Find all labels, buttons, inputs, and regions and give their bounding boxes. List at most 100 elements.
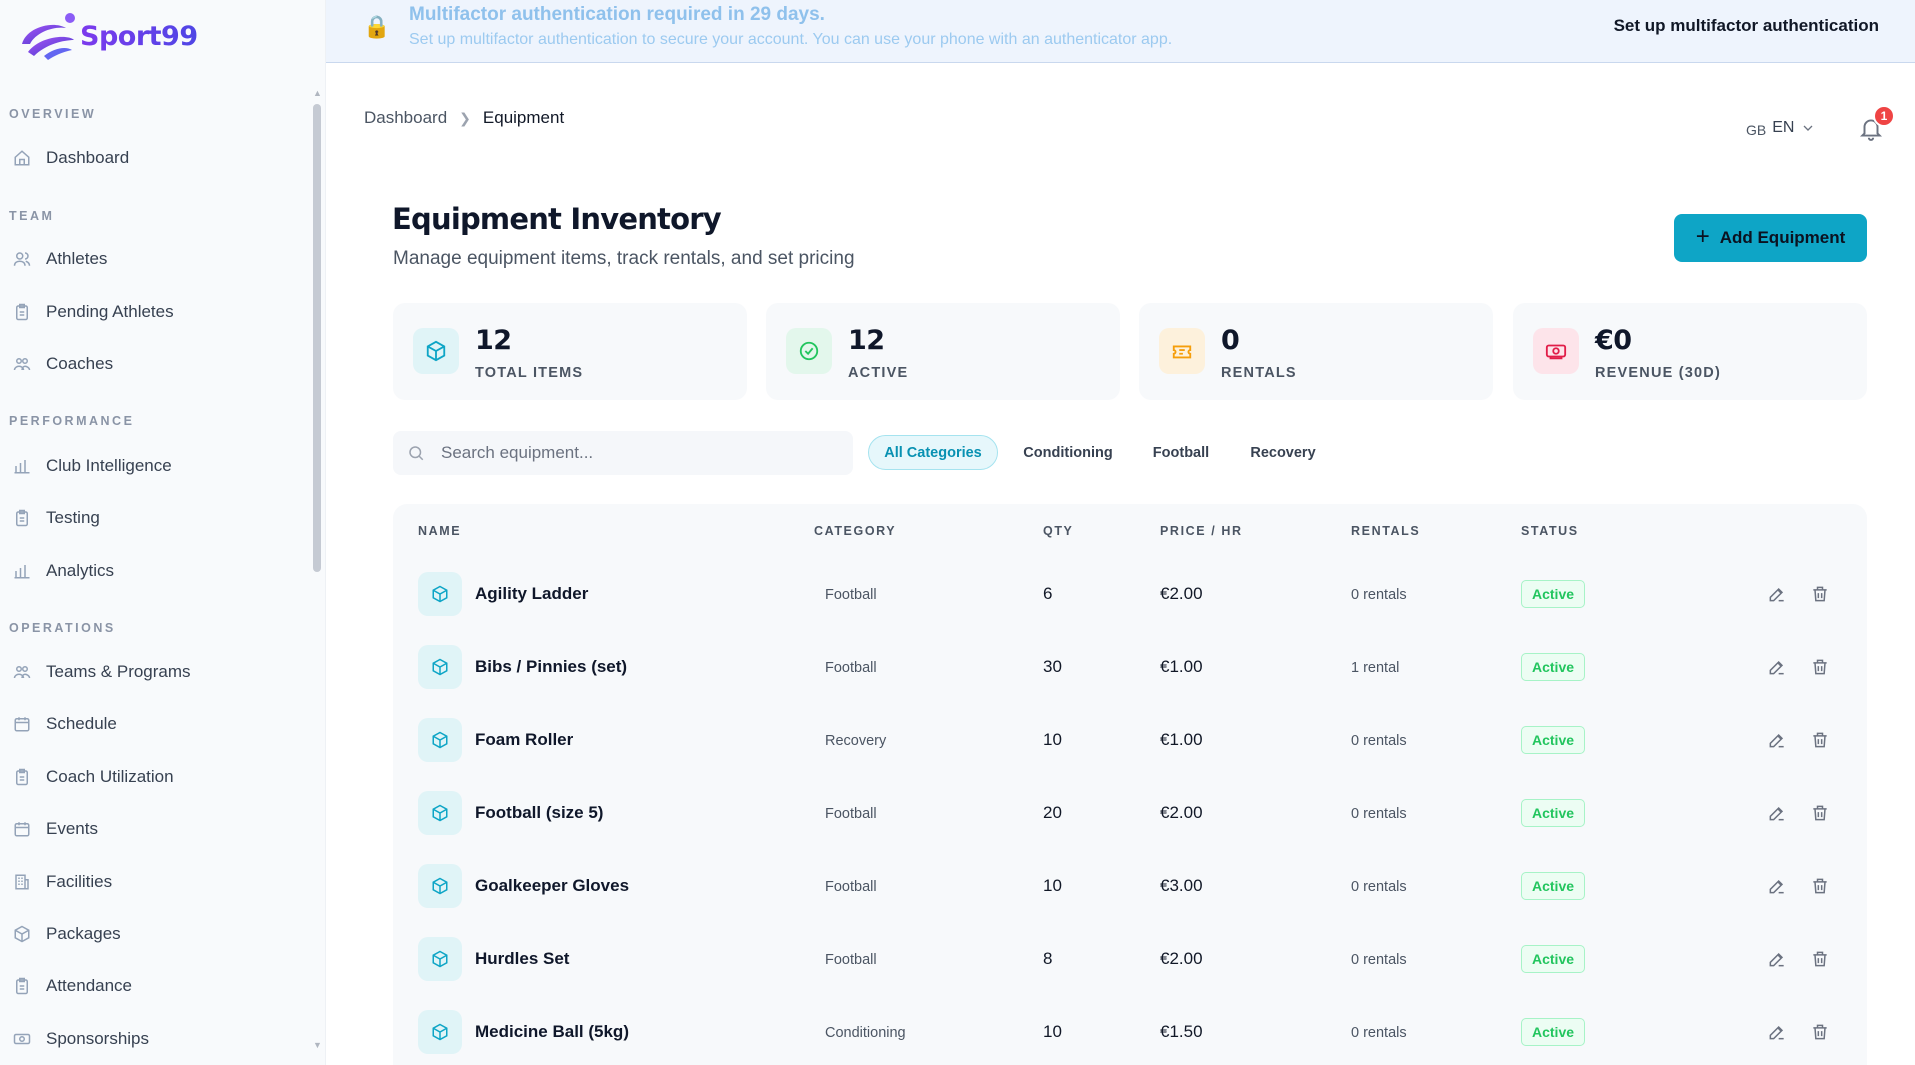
scroll-down-arrow-icon[interactable]: ▼ xyxy=(313,1040,322,1050)
stat-value: €0 xyxy=(1595,325,1632,356)
breadcrumb-current: Equipment xyxy=(482,108,565,127)
building-icon xyxy=(12,872,32,892)
search-icon xyxy=(409,446,424,461)
sidebar-item-label: Attendance xyxy=(46,976,133,995)
sidebar-item-dashboard[interactable]: Dashboard xyxy=(0,136,300,180)
sidebar-item-coach-utilization[interactable]: Coach Utilization xyxy=(0,755,300,799)
sidebar-item-label: Testing xyxy=(46,508,100,527)
sidebar-item-events[interactable]: Events xyxy=(0,807,300,851)
edit-icon[interactable] xyxy=(1767,1022,1787,1042)
calendar-icon xyxy=(12,819,32,839)
equipment-price: €3.00 xyxy=(1160,876,1203,895)
flag-gb-icon: GB xyxy=(1746,122,1767,138)
sidebar-item-label: Events xyxy=(46,819,98,838)
edit-icon[interactable] xyxy=(1767,949,1787,969)
sidebar-item-label: Coaches xyxy=(46,354,114,373)
check-circle-icon xyxy=(786,328,832,374)
trash-icon[interactable] xyxy=(1810,730,1830,750)
table-row[interactable]: Bibs / Pinnies (set) Football 30 €1.00 1 ren… xyxy=(393,631,1867,704)
edit-icon[interactable] xyxy=(1767,584,1787,604)
column-header-category: CATEGORY xyxy=(814,524,897,538)
table-row[interactable]: Medicine Ball (5kg) Conditioning 10 €1.50 0 … xyxy=(393,996,1867,1065)
sidebar-item-label: Athletes xyxy=(46,249,108,268)
search-input[interactable]: Search equipment... xyxy=(393,431,853,475)
edit-icon[interactable] xyxy=(1767,803,1787,823)
sidebar-item-pending-athletes[interactable]: Pending Athletes xyxy=(0,290,300,334)
clipboard-icon xyxy=(12,302,32,322)
equipment-name: Medicine Ball (5kg) xyxy=(475,1022,629,1041)
page-title: Equipment Inventory xyxy=(392,202,722,236)
equipment-name: Agility Ladder xyxy=(475,584,589,603)
setup-mfa-link[interactable]: Set up multifactor authentication xyxy=(1614,16,1879,36)
trash-icon[interactable] xyxy=(1810,876,1830,896)
chevron-down-icon xyxy=(1803,125,1813,131)
section-label-team: TEAM xyxy=(9,209,55,223)
breadcrumb-dashboard-link[interactable]: Dashboard xyxy=(364,108,447,128)
equipment-price: €2.00 xyxy=(1160,803,1203,822)
section-label-operations: OPERATIONS xyxy=(9,621,116,635)
edit-icon[interactable] xyxy=(1767,876,1787,896)
sidebar-item-label: Sponsorships xyxy=(46,1029,150,1048)
sidebar: Sport99 ▲ ▼ OVERVIEW Dashboard TEAM Athl… xyxy=(0,0,326,1065)
trash-icon[interactable] xyxy=(1810,1022,1830,1042)
equipment-name: Hurdles Set xyxy=(475,949,570,968)
scroll-up-arrow-icon[interactable]: ▲ xyxy=(313,88,322,98)
section-label-performance: PERFORMANCE xyxy=(9,414,135,428)
sidebar-item-athletes[interactable]: Athletes xyxy=(0,237,300,281)
sidebar-item-schedule[interactable]: Schedule xyxy=(0,702,300,746)
equipment-rentals: 0 rentals xyxy=(1351,952,1407,968)
filter-football[interactable]: Football xyxy=(1141,435,1221,470)
trash-icon[interactable] xyxy=(1810,584,1830,604)
edit-icon[interactable] xyxy=(1767,657,1787,677)
equipment-qty: 6 xyxy=(1043,584,1053,603)
filter-recovery[interactable]: Recovery xyxy=(1240,435,1326,470)
sidebar-item-sponsorships[interactable]: Sponsorships xyxy=(0,1017,300,1061)
edit-icon[interactable] xyxy=(1767,730,1787,750)
table-row[interactable]: Football (size 5) Football 20 €2.00 0 rental… xyxy=(393,777,1867,850)
status-badge: Active xyxy=(1521,872,1586,900)
sidebar-item-club-intelligence[interactable]: Club Intelligence xyxy=(0,444,300,488)
table-row[interactable]: Agility Ladder Football 6 €2.00 0 rentals Act… xyxy=(393,558,1867,631)
brand-logo[interactable]: Sport99 xyxy=(14,10,198,62)
language-selector[interactable]: GB EN xyxy=(1746,118,1816,138)
sidebar-item-attendance[interactable]: Attendance xyxy=(0,964,300,1008)
mfa-banner-subtitle: Set up multifactor authentication to sec… xyxy=(409,31,1173,48)
sidebar-item-facilities[interactable]: Facilities xyxy=(0,860,300,904)
box-icon xyxy=(418,791,462,835)
equipment-name: Football (size 5) xyxy=(475,803,604,822)
stat-card-active: 12 ACTIVE xyxy=(766,303,1120,400)
sidebar-scrollbar[interactable] xyxy=(313,104,321,572)
sidebar-item-label: Club Intelligence xyxy=(46,456,172,475)
filter-all-categories[interactable]: All Categories xyxy=(868,435,998,470)
sidebar-item-coaches[interactable]: Coaches xyxy=(0,342,300,386)
trash-icon[interactable] xyxy=(1810,949,1830,969)
table-row[interactable]: Goalkeeper Gloves Football 10 €3.00 0 rental… xyxy=(393,850,1867,923)
stat-label: ACTIVE xyxy=(848,365,909,381)
box-icon xyxy=(413,328,459,374)
add-equipment-button[interactable]: + Add Equipment xyxy=(1674,214,1867,262)
status-badge: Active xyxy=(1521,653,1586,681)
chevron-right-icon: ❯ xyxy=(459,109,471,126)
sidebar-item-analytics[interactable]: Analytics xyxy=(0,549,300,593)
mfa-banner: 🔒 Multifactor authentication required in… xyxy=(326,0,1915,63)
sidebar-item-packages[interactable]: Packages xyxy=(0,912,300,956)
stat-card-total-items: 12 TOTAL ITEMS xyxy=(393,303,747,400)
table-row[interactable]: Foam Roller Recovery 10 €1.00 0 rentals Activ… xyxy=(393,704,1867,777)
equipment-qty: 10 xyxy=(1043,730,1062,749)
section-label-overview: OVERVIEW xyxy=(9,107,97,121)
table-row[interactable]: Hurdles Set Football 8 €2.00 0 rentals Active xyxy=(393,923,1867,996)
sidebar-item-teams-programs[interactable]: Teams & Programs xyxy=(0,650,300,694)
breadcrumb: Dashboard ❯ Equipment xyxy=(364,108,564,128)
equipment-qty: 8 xyxy=(1043,949,1053,968)
banknote-icon xyxy=(12,1029,32,1049)
stat-value: 12 xyxy=(475,325,512,356)
stat-label: TOTAL ITEMS xyxy=(475,365,584,381)
equipment-price: €1.00 xyxy=(1160,730,1203,749)
users-icon xyxy=(12,354,32,374)
sidebar-item-testing[interactable]: Testing xyxy=(0,496,300,540)
filter-conditioning[interactable]: Conditioning xyxy=(1013,435,1123,470)
trash-icon[interactable] xyxy=(1810,657,1830,677)
trash-icon[interactable] xyxy=(1810,803,1830,823)
brand-name: Sport99 xyxy=(80,20,198,52)
sidebar-item-label: Analytics xyxy=(46,561,115,580)
